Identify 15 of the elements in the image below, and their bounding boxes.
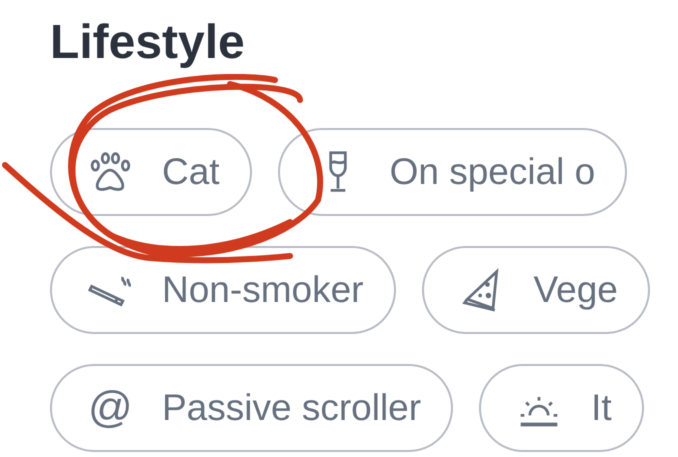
tag-chip[interactable]: @ Passive scroller	[50, 364, 454, 452]
tag-chip[interactable]: It	[479, 364, 644, 452]
chip-label: Non-smoker	[162, 268, 364, 312]
tag-chip[interactable]: On special o	[278, 128, 628, 216]
at-sign-icon: @	[88, 386, 132, 430]
tag-chip[interactable]: Vege	[422, 246, 650, 334]
chip-label: It	[591, 386, 612, 430]
section-title: Lifestyle	[49, 15, 246, 71]
tag-chip[interactable]: Non-smoker	[50, 246, 396, 334]
paw-icon	[88, 150, 132, 194]
chip-label: On special o	[390, 150, 596, 194]
chip-label: Vege	[534, 268, 618, 312]
chip-label: Passive scroller	[162, 386, 422, 430]
chip-label: Cat	[162, 150, 220, 194]
tag-chip[interactable]: Cat	[50, 128, 252, 216]
